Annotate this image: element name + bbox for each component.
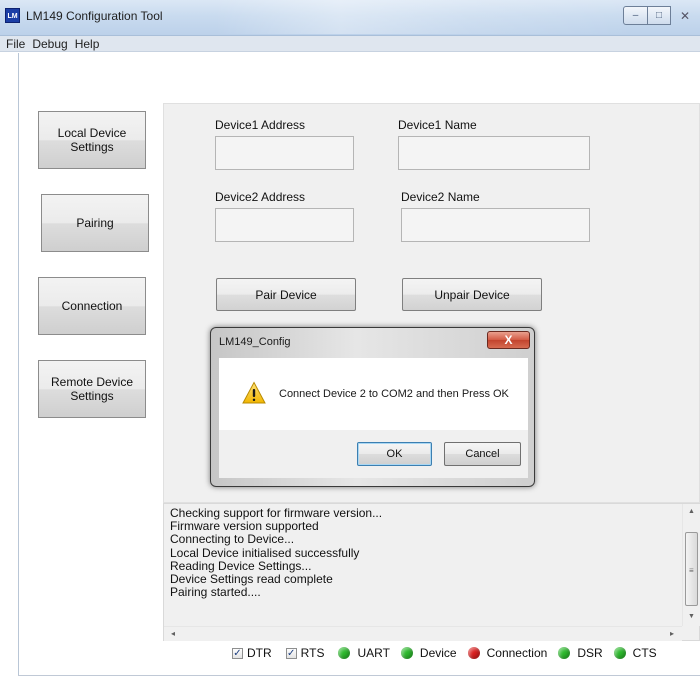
rts-checkbox[interactable]: ✓ RTS	[285, 646, 325, 660]
connection-indicator: Connection	[467, 646, 548, 660]
cancel-button[interactable]: Cancel	[444, 442, 521, 466]
log-line: Local Device initialised successfully	[170, 545, 360, 560]
window-title: LM149 Configuration Tool	[26, 9, 163, 23]
warning-icon	[242, 381, 266, 404]
dtr-checkbox[interactable]: ✓ DTR	[232, 646, 272, 660]
status-strip: ✓ DTR ✓ RTS UART Device Connection DSR C…	[232, 645, 668, 661]
pair-device-button[interactable]: Pair Device	[216, 278, 356, 311]
scroll-left-icon[interactable]: ◂	[171, 629, 175, 638]
rts-label: RTS	[300, 646, 325, 660]
minimize-button[interactable]: –	[623, 6, 648, 25]
minimize-icon: –	[632, 10, 639, 21]
scroll-up-icon[interactable]: ▲	[688, 508, 695, 515]
dsr-label: DSR	[577, 646, 603, 660]
close-icon: X	[504, 333, 513, 347]
log-line: Pairing started....	[170, 585, 261, 600]
led-icon	[400, 647, 413, 659]
log-vertical-scrollbar[interactable]: ▲ ≡ ▼	[682, 504, 700, 626]
dtr-label: DTR	[247, 646, 272, 660]
device2-address-field[interactable]	[215, 208, 354, 242]
log-horizontal-scrollbar[interactable]: ◂ ▸	[164, 626, 682, 641]
maximize-button[interactable]: □	[647, 6, 671, 25]
dialog-message: Connect Device 2 to COM2 and then Press …	[279, 388, 509, 400]
checkbox-checked-icon[interactable]: ✓	[232, 647, 243, 659]
led-icon	[558, 647, 571, 659]
client-left-border	[18, 53, 19, 676]
connection-button[interactable]: Connection	[38, 277, 146, 335]
menu-file[interactable]: File	[6, 36, 25, 51]
dialog-body: Connect Device 2 to COM2 and then Press …	[219, 358, 528, 430]
device2-address-label: Device2 Address	[215, 190, 306, 204]
pairing-button[interactable]: Pairing	[41, 194, 149, 252]
log-panel[interactable]: Checking support for firmware version...…	[163, 503, 700, 641]
log-line: Connecting to Device...	[170, 532, 295, 547]
menu-help[interactable]: Help	[75, 36, 100, 51]
ok-button[interactable]: OK	[357, 442, 432, 466]
device1-name-label: Device1 Name	[398, 118, 477, 132]
cts-label: CTS	[632, 646, 657, 660]
close-icon: ✕	[679, 8, 691, 23]
dsr-indicator: DSR	[558, 646, 603, 660]
cts-indicator: CTS	[613, 646, 657, 660]
local-device-settings-button[interactable]: Local Device Settings	[38, 111, 146, 169]
app-icon: LM	[5, 8, 20, 23]
unpair-device-button[interactable]: Unpair Device	[402, 278, 542, 311]
led-icon	[467, 647, 480, 659]
log-text: Checking support for firmware version...…	[170, 506, 382, 600]
title-bar-glow	[215, 0, 635, 34]
scroll-right-icon[interactable]: ▸	[670, 629, 674, 638]
grip-icon: ≡	[689, 566, 694, 575]
dialog-close-button[interactable]: X	[487, 331, 530, 349]
device1-name-field[interactable]	[398, 136, 590, 170]
menu-debug[interactable]: Debug	[32, 36, 67, 51]
device-label: Device	[419, 646, 457, 660]
title-bar[interactable]: LM LM149 Configuration Tool – □ ✕	[0, 0, 700, 36]
device-indicator: Device	[400, 646, 457, 660]
checkbox-checked-icon[interactable]: ✓	[285, 647, 297, 659]
device1-address-field[interactable]	[215, 136, 354, 170]
scroll-thumb[interactable]: ≡	[685, 532, 698, 606]
uart-label: UART	[357, 646, 390, 660]
uart-indicator: UART	[338, 646, 390, 660]
confirm-dialog: LM149_Config X Connect Device 2 to COM2 …	[210, 327, 535, 487]
close-button[interactable]: ✕	[670, 6, 700, 25]
device2-name-label: Device2 Name	[401, 190, 480, 204]
scroll-down-icon[interactable]: ▼	[688, 613, 695, 620]
maximize-icon: □	[655, 10, 663, 21]
dialog-title: LM149_Config	[219, 336, 291, 348]
menu-bar: File Debug Help	[0, 36, 700, 52]
device1-address-label: Device1 Address	[215, 118, 306, 132]
led-icon	[338, 647, 351, 659]
device2-name-field[interactable]	[401, 208, 590, 242]
led-icon	[613, 647, 626, 659]
dialog-footer: OK Cancel	[219, 430, 528, 478]
connection-label: Connection	[486, 646, 548, 660]
remote-device-settings-button[interactable]: Remote Device Settings	[38, 360, 146, 418]
